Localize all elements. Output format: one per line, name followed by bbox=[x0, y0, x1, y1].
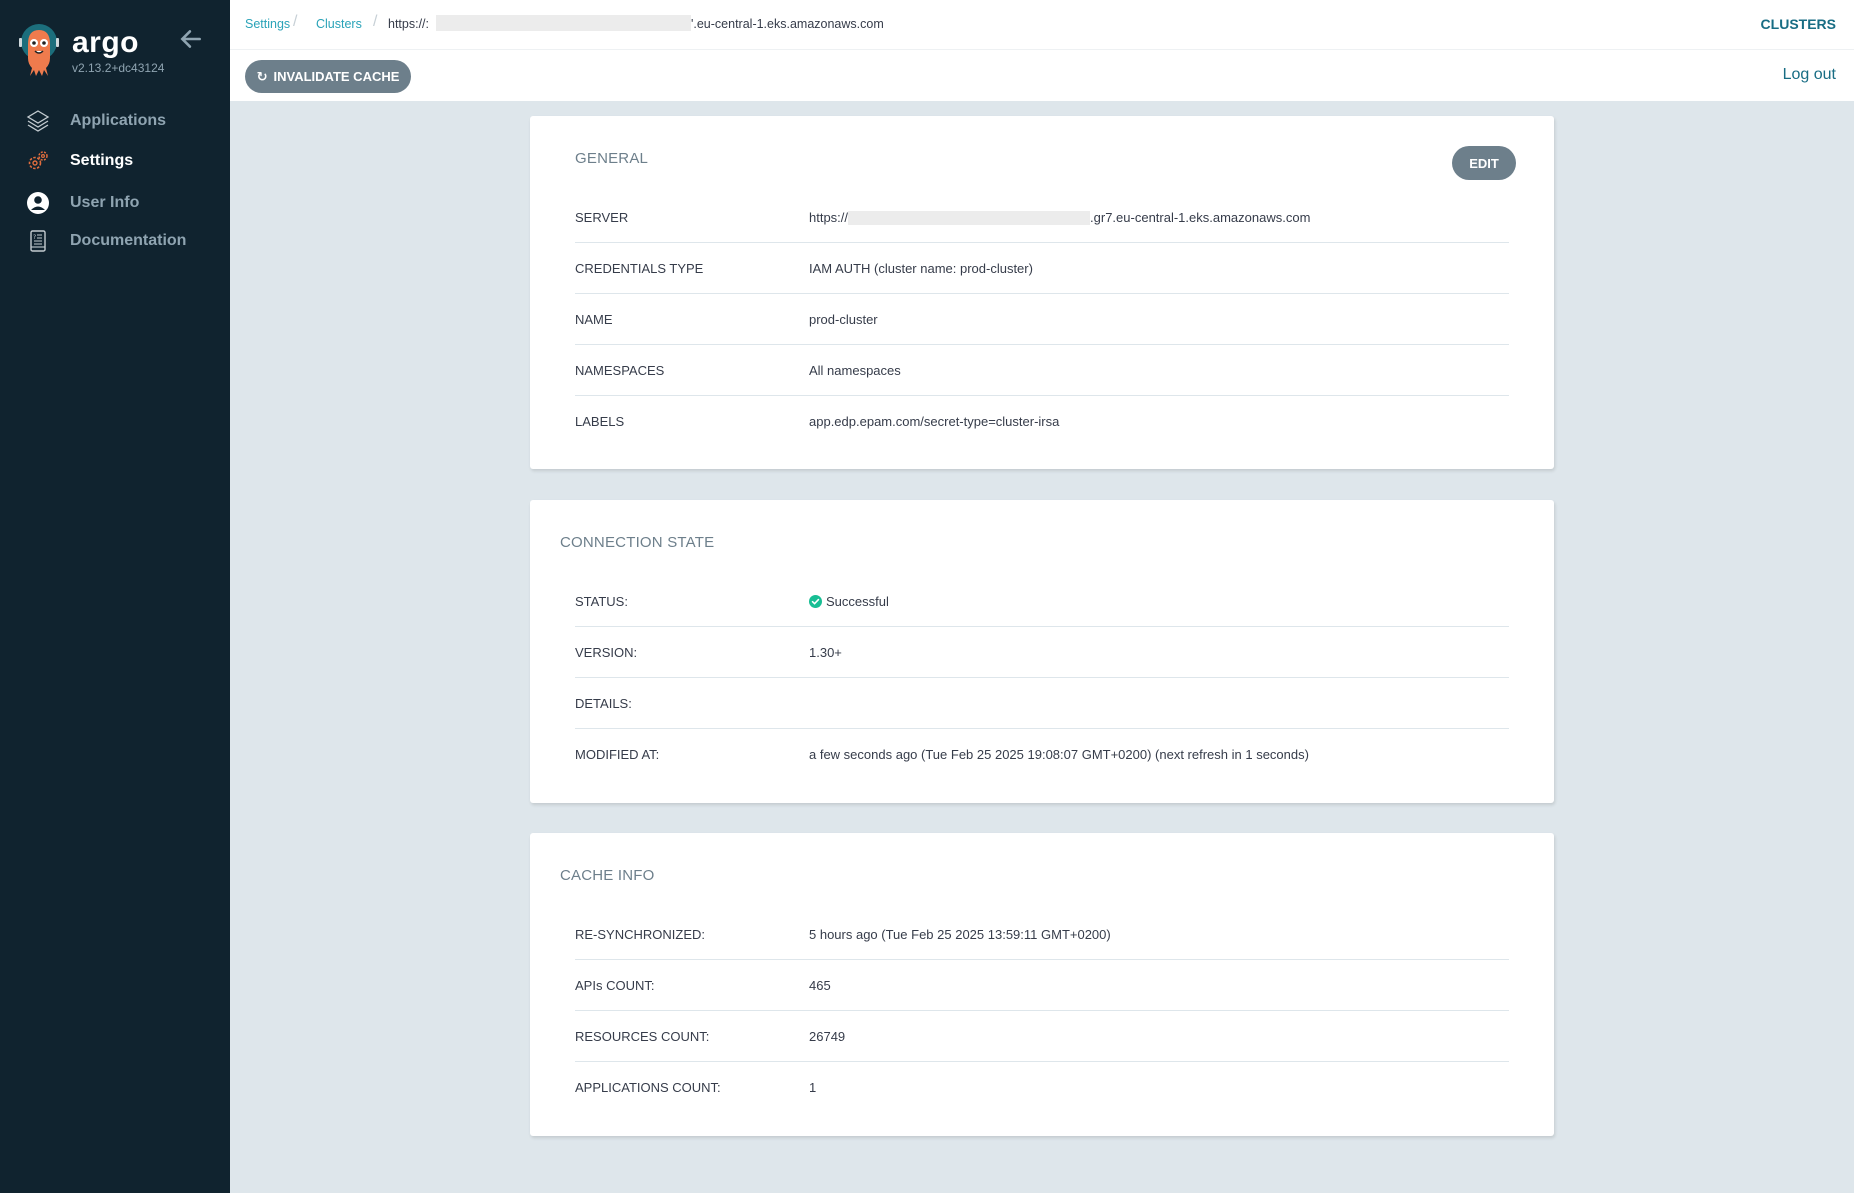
logout-link[interactable]: Log out bbox=[1783, 66, 1836, 84]
breadcrumb-separator: / bbox=[293, 13, 298, 30]
check-circle-icon bbox=[809, 595, 822, 608]
row-key: CREDENTIALS TYPE bbox=[575, 261, 704, 276]
sidebar-item-label: User Info bbox=[70, 194, 140, 211]
redacted-region bbox=[848, 210, 1091, 225]
row-value: All namespaces bbox=[809, 363, 901, 378]
row-key: APPLICATIONS COUNT: bbox=[575, 1080, 721, 1095]
row-value: a few seconds ago (Tue Feb 25 2025 19:08… bbox=[809, 747, 1309, 762]
argo-logo-icon bbox=[19, 24, 59, 76]
breadcrumb-settings[interactable]: Settings bbox=[245, 17, 290, 31]
connection-state-card: CONNECTION STATE STATUS: Successful VERS… bbox=[530, 500, 1554, 803]
connection-row-version: VERSION: 1.30+ bbox=[575, 627, 1509, 678]
invalidate-cache-button[interactable]: ↻ INVALIDATE CACHE bbox=[245, 60, 411, 93]
row-key: MODIFIED AT: bbox=[575, 747, 660, 762]
connection-state-title: CONNECTION STATE bbox=[560, 534, 715, 551]
breadcrumb-current-prefix: https://: bbox=[388, 17, 429, 31]
row-key: LABELS bbox=[575, 414, 625, 429]
row-value: 1 bbox=[809, 1080, 817, 1095]
version-label: v2.13.2+dc43124 bbox=[72, 61, 165, 75]
refresh-icon: ↻ bbox=[256, 68, 268, 84]
cache-row-applications-count: APPLICATIONS COUNT: 1 bbox=[575, 1062, 1509, 1113]
sidebar: argo v2.13.2+dc43124 Applications Settin… bbox=[0, 0, 230, 1193]
row-value: Successful bbox=[809, 594, 889, 609]
connection-row-modified: MODIFIED AT: a few seconds ago (Tue Feb … bbox=[575, 729, 1509, 780]
cache-info-title: CACHE INFO bbox=[560, 867, 655, 884]
sidebar-item-applications[interactable]: Applications bbox=[0, 103, 230, 139]
row-key: APIs COUNT: bbox=[575, 978, 655, 993]
status-text: Successful bbox=[826, 594, 889, 609]
brand-name: argo bbox=[72, 26, 140, 59]
svg-text:?: ? bbox=[33, 234, 36, 241]
row-key: STATUS: bbox=[575, 594, 628, 609]
connection-row-details: DETAILS: bbox=[575, 678, 1509, 729]
redacted-region bbox=[436, 15, 691, 31]
cache-row-resources-count: RESOURCES COUNT: 26749 bbox=[575, 1011, 1509, 1062]
collapse-sidebar-icon[interactable] bbox=[178, 26, 204, 52]
gears-icon bbox=[28, 151, 48, 170]
sidebar-item-label: Settings bbox=[70, 152, 134, 169]
row-key: DETAILS: bbox=[575, 696, 632, 711]
row-key: RE-SYNCHRONIZED: bbox=[575, 927, 706, 942]
general-row-labels: LABELS app.edp.epam.com/secret-type=clus… bbox=[575, 396, 1509, 447]
sidebar-item-label: Applications bbox=[70, 112, 167, 129]
row-key: RESOURCES COUNT: bbox=[575, 1029, 710, 1044]
toolbar: ↻ INVALIDATE CACHE Log out bbox=[230, 50, 1854, 102]
cache-row-resynchronized: RE-SYNCHRONIZED: 5 hours ago (Tue Feb 25… bbox=[575, 909, 1509, 960]
cache-info-card: CACHE INFO RE-SYNCHRONIZED: 5 hours ago … bbox=[530, 833, 1554, 1136]
sidebar-item-user-info[interactable]: User Info bbox=[0, 185, 230, 221]
breadcrumb-current-suffix: '.eu-central-1.eks.amazonaws.com bbox=[691, 17, 884, 31]
general-title: GENERAL bbox=[575, 150, 649, 167]
breadcrumb-clusters[interactable]: Clusters bbox=[316, 17, 362, 31]
general-card: GENERAL EDIT SERVER https:// .gr7.eu-cen… bbox=[530, 116, 1554, 469]
row-key: VERSION: bbox=[575, 645, 638, 660]
row-value: app.edp.epam.com/secret-type=cluster-irs… bbox=[809, 414, 1060, 429]
breadcrumb-separator: / bbox=[373, 13, 378, 30]
row-key: SERVER bbox=[575, 210, 629, 225]
server-prefix: https:// bbox=[809, 210, 849, 225]
row-value: 1.30+ bbox=[809, 645, 842, 660]
row-value: 26749 bbox=[809, 1029, 846, 1044]
invalidate-cache-label: INVALIDATE CACHE bbox=[273, 69, 400, 84]
cache-row-apis-count: APIs COUNT: 465 bbox=[575, 960, 1509, 1011]
general-row-name: NAME prod-cluster bbox=[575, 294, 1509, 345]
clusters-link[interactable]: CLUSTERS bbox=[1761, 16, 1836, 32]
layers-icon bbox=[26, 110, 50, 132]
row-value: IAM AUTH (cluster name: prod-cluster) bbox=[809, 261, 1033, 276]
edit-button[interactable]: EDIT bbox=[1452, 146, 1516, 180]
row-key: NAMESPACES bbox=[575, 363, 665, 378]
row-value: prod-cluster bbox=[809, 312, 878, 327]
sidebar-item-settings[interactable]: Settings bbox=[0, 143, 230, 179]
row-value: https:// .gr7.eu-central-1.eks.amazonaws… bbox=[809, 210, 1310, 225]
general-row-namespaces: NAMESPACES All namespaces bbox=[575, 345, 1509, 396]
user-circle-icon bbox=[27, 192, 49, 214]
server-suffix: .gr7.eu-central-1.eks.amazonaws.com bbox=[1090, 210, 1311, 225]
book-icon: ? bbox=[30, 230, 46, 252]
row-value: 5 hours ago (Tue Feb 25 2025 13:59:11 GM… bbox=[809, 927, 1111, 942]
connection-row-status: STATUS: Successful bbox=[575, 576, 1509, 627]
row-key: NAME bbox=[575, 312, 613, 327]
general-row-server: SERVER https:// .gr7.eu-central-1.eks.am… bbox=[575, 192, 1509, 243]
top-bar: Settings / Clusters / https://: '.eu-cen… bbox=[230, 0, 1854, 50]
general-row-credentials: CREDENTIALS TYPE IAM AUTH (cluster name:… bbox=[575, 243, 1509, 294]
sidebar-item-documentation[interactable]: ? Documentation bbox=[0, 223, 230, 259]
sidebar-item-label: Documentation bbox=[70, 232, 187, 249]
row-value: 465 bbox=[809, 978, 831, 993]
